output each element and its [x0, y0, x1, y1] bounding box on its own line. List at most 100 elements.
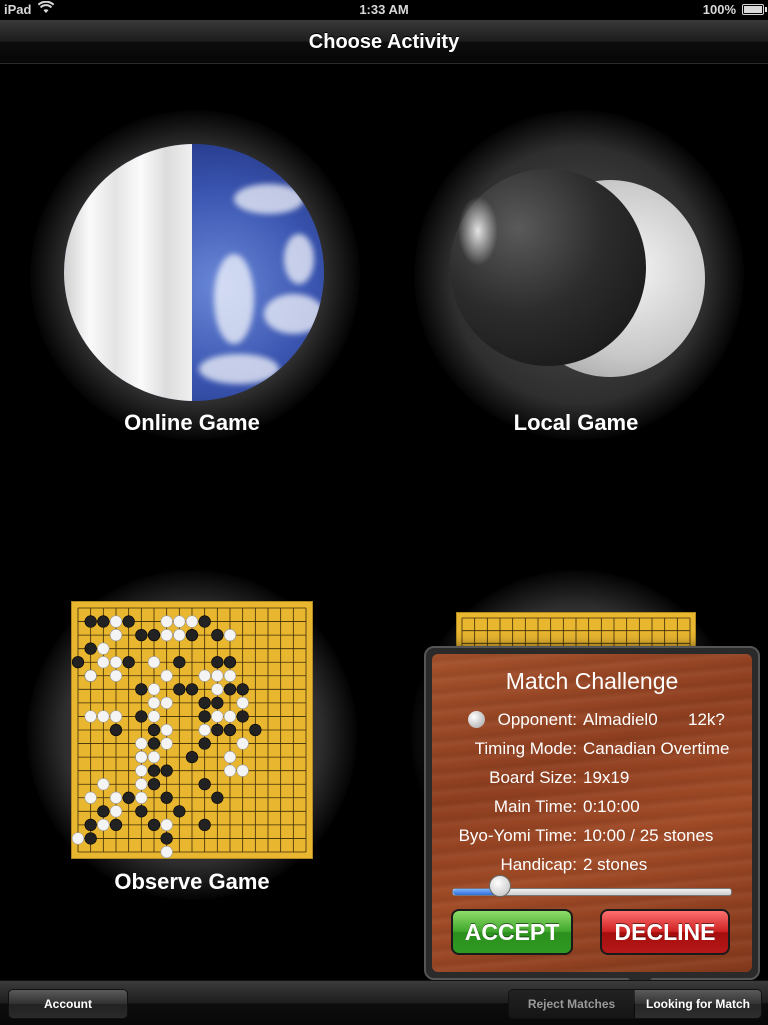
popover-title: Match Challenge — [505, 668, 679, 694]
battery-percent: 100% — [702, 2, 736, 17]
black-stone — [185, 628, 199, 642]
black-stone — [236, 683, 249, 696]
local-game-label[interactable]: Local Game — [384, 410, 768, 436]
navigation-bar: Choose Activity — [0, 20, 768, 64]
black-stone — [122, 656, 135, 669]
decline-button[interactable]: DECLINE — [600, 909, 730, 955]
white-stone — [223, 669, 237, 682]
accept-button[interactable]: ACCEPT — [451, 909, 573, 955]
black-stone — [147, 628, 161, 642]
black-stone — [211, 723, 224, 737]
white-stone — [109, 628, 123, 642]
black-stone — [249, 723, 262, 737]
white-stone — [135, 791, 148, 804]
black-stone — [185, 683, 199, 696]
account-button[interactable]: Account — [8, 989, 128, 1019]
go-board-icon — [71, 601, 313, 859]
bottom-toolbar: Account Reject Matches Looking for Match — [0, 980, 768, 1025]
white-stone — [211, 683, 224, 696]
white-stone — [160, 628, 173, 642]
white-stone — [97, 710, 110, 723]
white-stone — [109, 656, 123, 669]
black-stone — [147, 778, 161, 791]
opponent-row: Opponent: Almadiel0 12k? — [432, 710, 752, 732]
black-stone — [223, 656, 237, 669]
main-time-row: Main Time: 0:10:00 — [432, 797, 752, 819]
white-stone — [109, 669, 123, 682]
battery-icon — [742, 4, 767, 15]
black-stone — [97, 615, 110, 628]
observe-game-label[interactable]: Observe Game — [0, 869, 384, 895]
looking-for-match-segment[interactable]: Looking for Match — [635, 990, 761, 1018]
white-stone — [147, 683, 161, 696]
white-stone-icon — [468, 711, 485, 728]
black-stone — [135, 805, 148, 818]
white-stone — [135, 778, 148, 791]
opponent-label: Opponent: — [497, 710, 577, 729]
white-stone — [147, 710, 161, 723]
white-stone — [211, 710, 224, 723]
white-stone — [160, 737, 173, 750]
white-stone — [147, 656, 161, 669]
white-stone — [84, 710, 97, 723]
timing-mode-row: Timing Mode: Canadian Overtime — [432, 739, 752, 761]
match-challenge-popover: Match Challenge Opponent: Almadiel0 12k?… — [424, 646, 760, 990]
handicap-value: 2 stones — [583, 855, 648, 874]
black-stone — [185, 750, 199, 764]
black-stone — [147, 764, 161, 777]
white-stone — [109, 805, 123, 818]
black-stone — [223, 723, 237, 737]
black-stone — [223, 683, 237, 696]
black-stone — [84, 642, 97, 655]
timing-mode-value: Canadian Overtime — [583, 739, 730, 758]
white-stone — [236, 696, 249, 710]
white-stone — [135, 750, 148, 764]
black-stone — [135, 710, 148, 723]
black-stone — [135, 683, 148, 696]
white-stone — [211, 669, 224, 682]
white-stone — [160, 696, 173, 710]
white-stone — [236, 764, 249, 777]
black-stone — [147, 818, 161, 832]
white-stone — [71, 832, 85, 845]
black-stone — [211, 628, 224, 642]
black-stone — [211, 696, 224, 710]
black-stone — [109, 723, 123, 737]
white-stone — [109, 710, 123, 723]
byo-yomi-value: 10:00 / 25 stones — [583, 826, 714, 845]
black-stone — [211, 791, 224, 804]
white-stone — [185, 615, 199, 628]
white-stone — [147, 696, 161, 710]
black-stone — [147, 723, 161, 737]
black-stone — [198, 710, 211, 723]
black-stone — [198, 696, 211, 710]
black-stone — [84, 615, 97, 628]
black-stone — [84, 832, 97, 845]
white-stone — [198, 669, 211, 682]
reject-matches-segment[interactable]: Reject Matches — [509, 990, 634, 1018]
black-stone — [173, 805, 186, 818]
white-stone — [160, 845, 173, 859]
white-stone — [97, 656, 110, 669]
black-stone — [147, 737, 161, 750]
globe-icon — [64, 144, 324, 401]
white-stone — [223, 628, 237, 642]
white-stone — [135, 737, 148, 750]
white-stone — [223, 764, 237, 777]
online-game-label[interactable]: Online Game — [0, 410, 384, 436]
go-board-grid — [71, 607, 307, 859]
white-stone — [173, 615, 186, 628]
black-stone — [71, 656, 85, 669]
black-stone — [122, 615, 135, 628]
white-stone — [223, 710, 237, 723]
handicap-label: Handicap: — [500, 855, 577, 874]
black-stone — [84, 818, 97, 832]
white-stone — [97, 818, 110, 832]
opponent-rank: 12k? — [688, 710, 725, 729]
white-stone — [147, 750, 161, 764]
black-stone — [173, 656, 186, 669]
white-stone — [97, 778, 110, 791]
white-stone — [84, 791, 97, 804]
black-stone — [236, 710, 249, 723]
white-stone — [160, 723, 173, 737]
